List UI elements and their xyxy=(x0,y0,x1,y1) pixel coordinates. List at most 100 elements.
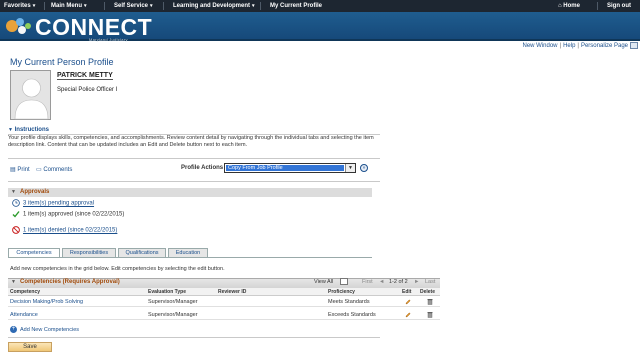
last-link[interactable]: Last xyxy=(425,279,435,285)
main-menu[interactable]: Main Menu ▾ xyxy=(51,3,87,9)
printer-icon: ▤ xyxy=(10,167,16,173)
proficiency-cell: Meets Standards xyxy=(326,297,400,307)
main-menu-label: Main Menu xyxy=(51,3,82,9)
home-link[interactable]: ⌂ Home xyxy=(558,3,580,9)
approved-text: 1 item(s) approved (since 02/22/2015) xyxy=(23,211,125,218)
approvals-header[interactable] xyxy=(8,188,372,197)
page-options-icon[interactable] xyxy=(630,42,638,49)
col-evaluation-type: Evaluation Type xyxy=(146,288,216,296)
nav-divider xyxy=(163,2,164,10)
denied-icon xyxy=(12,226,20,234)
delete-trash-icon[interactable] xyxy=(427,298,433,305)
profile-actions-value: Copy From Job Profile xyxy=(226,165,344,171)
comment-icon: ▭ xyxy=(36,167,42,173)
avatar xyxy=(10,70,51,120)
pending-approval-link[interactable]: 3 item(s) pending approval xyxy=(23,201,94,207)
double-arrow-icon: » xyxy=(362,165,366,171)
first-link[interactable]: First xyxy=(362,279,373,285)
delete-trash-icon[interactable] xyxy=(427,311,433,318)
help-link[interactable]: Help xyxy=(563,43,575,49)
divider xyxy=(8,181,380,182)
favorites-menu[interactable]: Favorites ▾ xyxy=(4,3,35,9)
print-link[interactable]: ▤ Print xyxy=(10,166,30,173)
connect-logo-icon xyxy=(6,18,31,34)
chevron-down-icon: ▾ xyxy=(252,3,255,9)
add-competencies-label: Add New Competencies xyxy=(20,326,80,333)
evaluation-type-cell: Supervisor/Manager xyxy=(146,297,216,307)
print-label: Print xyxy=(17,167,30,173)
comments-label: Comments xyxy=(43,167,73,173)
person-name: PATRICK METTY xyxy=(57,72,113,80)
evaluation-type-cell: Supervisor/Manager xyxy=(146,310,216,320)
nav-divider xyxy=(597,2,598,10)
collapse-arrow-icon: ▼ xyxy=(8,127,13,133)
col-delete: Delete xyxy=(418,288,440,296)
grid-zoom-icon[interactable] xyxy=(340,278,348,285)
breadcrumb-current: My Current Profile xyxy=(270,3,323,9)
instructions-text: Your profile displays skills, competenci… xyxy=(8,135,374,148)
col-proficiency: Proficiency xyxy=(326,288,400,296)
signout-link[interactable]: Sign out xyxy=(607,3,631,9)
collapse-arrow-icon[interactable]: ▼ xyxy=(11,279,16,285)
add-icon: + xyxy=(10,326,17,333)
competencies-grid-title: Competencies (Requires Approval) xyxy=(20,279,120,285)
denied-row: 1 item(s) denied (since 02/22/2015) xyxy=(12,226,117,234)
reviewer-id-cell xyxy=(216,310,326,320)
tab-responsibilities[interactable]: Responsibilities xyxy=(62,248,116,257)
home-icon: ⌂ xyxy=(558,3,562,9)
nav-divider xyxy=(44,2,45,10)
clock-icon xyxy=(12,199,20,207)
divider xyxy=(8,158,380,159)
checkmark-icon xyxy=(12,211,20,218)
chevron-down-icon: ▾ xyxy=(32,3,36,9)
edit-pencil-icon[interactable] xyxy=(405,312,411,318)
tab-baseline xyxy=(8,257,372,258)
go-button[interactable]: » xyxy=(360,164,368,172)
collapse-arrow-icon: ▼ xyxy=(11,189,16,195)
approved-row: 1 item(s) approved (since 02/22/2015) xyxy=(12,210,124,218)
profile-actions-label: Profile Actions xyxy=(181,165,224,171)
competency-link[interactable]: Decision Making/Prob Solving xyxy=(8,297,146,307)
edit-pencil-icon[interactable] xyxy=(405,299,411,305)
tab-competencies[interactable]: Competencies xyxy=(8,248,60,257)
page-title: My Current Person Profile xyxy=(10,57,114,67)
breadcrumb-learning[interactable]: Learning and Development ▾ xyxy=(173,3,255,9)
nav-divider xyxy=(260,2,261,10)
divider xyxy=(8,337,380,338)
competencies-help-text: Add new competencies in the grid below. … xyxy=(10,266,225,272)
proficiency-cell: Exceeds Standards xyxy=(326,310,400,320)
save-button[interactable]: Save xyxy=(8,342,52,352)
tab-education[interactable]: Education xyxy=(168,248,208,257)
page-links: New Window | Help | Personalize Page xyxy=(522,43,628,49)
competency-link[interactable]: Attendance xyxy=(8,310,146,320)
reviewer-id-cell xyxy=(216,297,326,307)
prev-arrow-icon[interactable]: ◄ xyxy=(379,279,384,285)
col-edit: Edit xyxy=(400,288,418,296)
chevron-down-icon: ▼ xyxy=(345,164,355,172)
col-competency: Competency xyxy=(8,288,146,296)
learning-label: Learning and Development xyxy=(173,3,251,9)
favorites-label: Favorites xyxy=(4,3,31,9)
instructions-toggle[interactable]: ▼ Instructions xyxy=(8,127,49,133)
profile-actions-select[interactable]: Copy From Job Profile ▼ xyxy=(224,163,356,173)
nav-divider xyxy=(104,2,105,10)
denied-link[interactable]: 1 item(s) denied (since 02/22/2015) xyxy=(23,228,117,234)
approvals-title: Approvals xyxy=(20,189,50,195)
new-window-link[interactable]: New Window xyxy=(522,43,557,49)
breadcrumb-self-service[interactable]: Self Service ▾ xyxy=(114,3,153,9)
add-competencies-link[interactable]: + Add New Competencies xyxy=(10,326,79,333)
page-range: 1-2 of 2 xyxy=(389,279,408,285)
person-job-title: Special Police Officer I xyxy=(57,87,118,93)
view-all-link[interactable]: View All xyxy=(314,279,333,285)
pending-row: 3 item(s) pending approval xyxy=(12,199,94,207)
comments-link[interactable]: ▭ Comments xyxy=(36,166,72,173)
chevron-down-icon: ▾ xyxy=(150,3,153,9)
col-reviewer-id: Reviewer ID xyxy=(216,288,326,296)
tab-qualifications[interactable]: Qualifications xyxy=(118,248,166,257)
logo-subtitle: Maryland Judiciary xyxy=(89,37,128,42)
personalize-link[interactable]: Personalize Page xyxy=(581,43,628,49)
self-service-label: Self Service xyxy=(114,3,149,9)
next-arrow-icon[interactable]: ► xyxy=(414,279,419,285)
chevron-down-icon: ▾ xyxy=(84,3,87,9)
home-label: Home xyxy=(563,3,580,9)
